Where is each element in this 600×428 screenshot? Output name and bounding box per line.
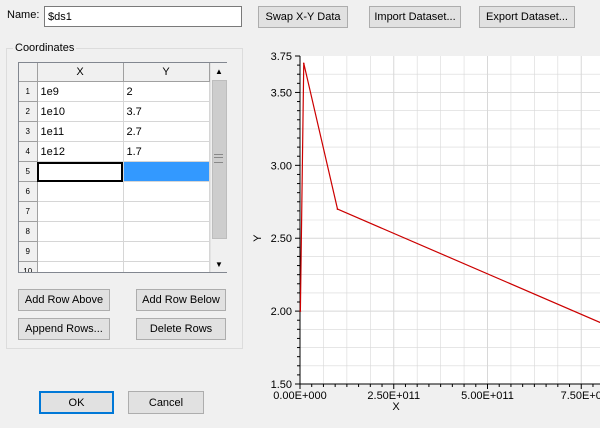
ok-button[interactable]: OK bbox=[39, 391, 114, 414]
cell-y[interactable] bbox=[123, 201, 210, 222]
add-row-above-button[interactable]: Add Row Above bbox=[18, 289, 110, 311]
row-header[interactable]: 8 bbox=[19, 221, 38, 242]
scroll-up-arrow-icon[interactable]: ▲ bbox=[211, 63, 227, 79]
table-row[interactable]: 2 1e10 3.7 bbox=[19, 101, 210, 122]
x-axis-label: X bbox=[392, 401, 400, 413]
cell-x[interactable] bbox=[37, 181, 124, 202]
cell-x[interactable] bbox=[37, 221, 124, 242]
table-row[interactable]: 6 bbox=[19, 181, 210, 202]
y-tick-label: 2.00 bbox=[271, 306, 292, 318]
cell-x[interactable]: 1e10 bbox=[37, 101, 124, 122]
import-dataset-button[interactable]: Import Dataset... bbox=[369, 6, 461, 28]
row-header[interactable]: 1 bbox=[19, 81, 38, 102]
scroll-grip-icon bbox=[214, 154, 223, 163]
cell-x[interactable] bbox=[37, 241, 124, 262]
data-point bbox=[302, 62, 305, 65]
cell-x[interactable] bbox=[37, 261, 124, 272]
append-rows-button[interactable]: Append Rows... bbox=[18, 318, 110, 340]
swap-xy-button[interactable]: Swap X-Y Data bbox=[258, 6, 348, 28]
row-header[interactable]: 5 bbox=[19, 161, 38, 182]
row-header[interactable]: 7 bbox=[19, 201, 38, 222]
table-row[interactable]: 5 bbox=[19, 161, 210, 182]
y-axis-label: Y bbox=[252, 234, 264, 242]
data-point bbox=[299, 310, 302, 312]
table-row[interactable]: 3 1e11 2.7 bbox=[19, 121, 210, 142]
cell-y[interactable] bbox=[123, 161, 210, 182]
data-point bbox=[336, 208, 339, 210]
name-input[interactable] bbox=[44, 6, 242, 27]
y-tick-label: 3.50 bbox=[271, 87, 292, 99]
column-header-y[interactable]: Y bbox=[123, 63, 210, 82]
y-tick-label: 3.75 bbox=[271, 51, 292, 63]
table-row[interactable]: 10 bbox=[19, 261, 210, 272]
y-tick-label: 2.50 bbox=[271, 233, 292, 245]
table-row[interactable]: 1 1e9 2 bbox=[19, 81, 210, 102]
cell-y[interactable] bbox=[123, 261, 210, 272]
table-row[interactable]: 7 bbox=[19, 201, 210, 222]
column-header-x[interactable]: X bbox=[37, 63, 124, 82]
cell-x[interactable]: 1e9 bbox=[37, 81, 124, 102]
y-tick-label: 3.00 bbox=[271, 160, 292, 172]
cell-y[interactable] bbox=[123, 241, 210, 262]
row-header[interactable]: 4 bbox=[19, 141, 38, 162]
name-label: Name: bbox=[7, 9, 40, 21]
x-tick-label: 0.00E+000 bbox=[273, 390, 327, 402]
cell-y[interactable] bbox=[123, 221, 210, 242]
cell-x[interactable] bbox=[37, 161, 124, 182]
grid-vertical-scrollbar[interactable]: ▲ ▼ bbox=[210, 63, 227, 272]
chart-panel: 1.50 2.00 2.50 3.00 3.50 3.75 0.00E+000 2.50E+0… bbox=[247, 46, 600, 428]
grid-corner[interactable] bbox=[19, 63, 38, 82]
row-header[interactable]: 3 bbox=[19, 121, 38, 142]
row-header[interactable]: 10 bbox=[19, 261, 38, 272]
row-header[interactable]: 9 bbox=[19, 241, 38, 262]
cell-x[interactable] bbox=[37, 201, 124, 222]
table-row[interactable]: 8 bbox=[19, 221, 210, 242]
coordinates-grid[interactable]: X Y 1 1e9 2 2 1e10 3.7 3 1e11 2.7 4 1e12 1.7 5 6 7 8 9 10 bbox=[18, 62, 227, 273]
cell-y[interactable]: 2 bbox=[123, 81, 210, 102]
x-tick-label: 5.00E+011 bbox=[461, 390, 514, 402]
coordinates-group-label: Coordinates bbox=[15, 42, 75, 54]
delete-rows-button[interactable]: Delete Rows bbox=[136, 318, 226, 340]
table-row[interactable]: 4 1e12 1.7 bbox=[19, 141, 210, 162]
export-dataset-button[interactable]: Export Dataset... bbox=[479, 6, 575, 28]
row-header[interactable]: 6 bbox=[19, 181, 38, 202]
add-row-below-button[interactable]: Add Row Below bbox=[136, 289, 226, 311]
cell-y[interactable]: 3.7 bbox=[123, 101, 210, 122]
cell-x[interactable]: 1e11 bbox=[37, 121, 124, 142]
scroll-down-arrow-icon[interactable]: ▼ bbox=[211, 256, 227, 272]
xy-chart: 1.502.002.503.003.503.750.00E+000 2.50E+0… bbox=[252, 51, 600, 413]
cell-y[interactable]: 2.7 bbox=[123, 121, 210, 142]
cancel-button[interactable]: Cancel bbox=[128, 391, 204, 414]
cell-x[interactable]: 1e12 bbox=[37, 141, 124, 162]
x-tick-label: 7.50E+0 bbox=[561, 390, 600, 402]
row-header[interactable]: 2 bbox=[19, 101, 38, 122]
table-row[interactable]: 9 bbox=[19, 241, 210, 262]
cell-y[interactable] bbox=[123, 181, 210, 202]
cell-y[interactable]: 1.7 bbox=[123, 141, 210, 162]
